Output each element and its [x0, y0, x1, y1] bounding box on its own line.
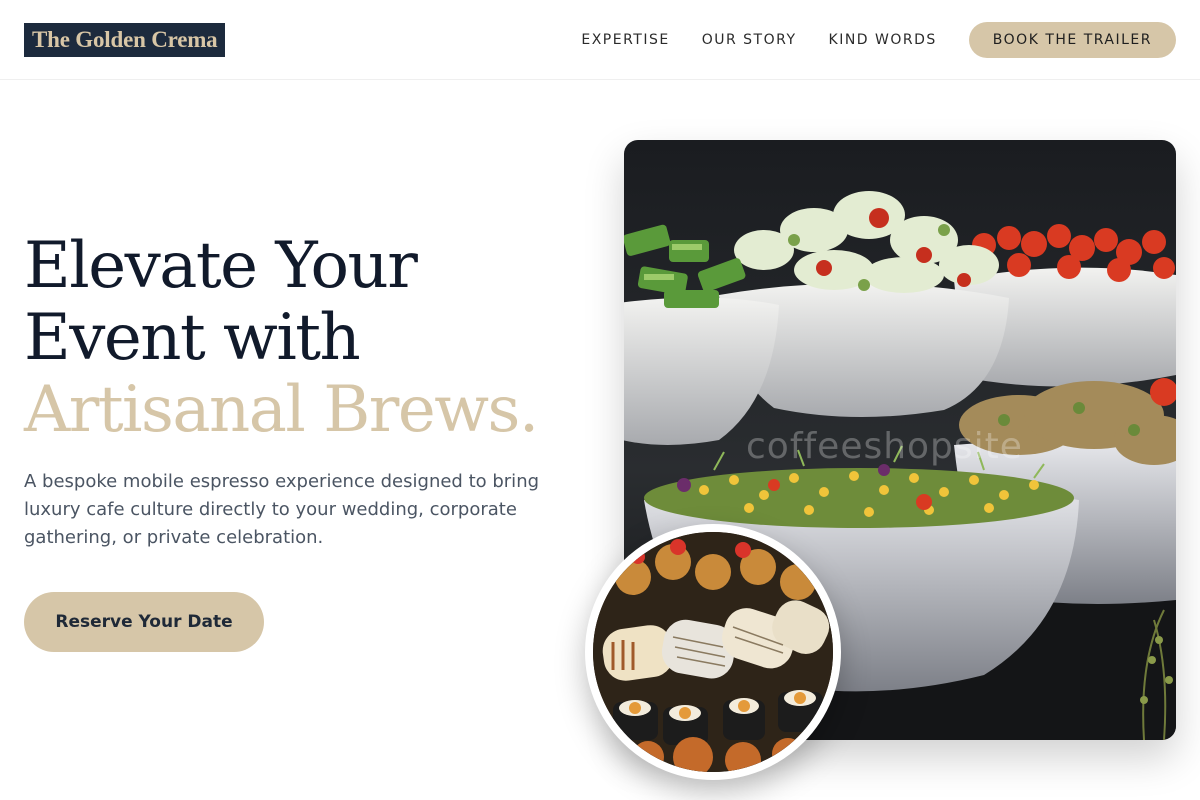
wraps-platter-illustration: [593, 532, 833, 772]
top-nav: The Golden Crema EXPERTISE OUR STORY KIN…: [0, 0, 1200, 80]
food-platter-circle-photo: [585, 524, 841, 780]
nav-item-kind-words[interactable]: KIND WORDS: [829, 32, 937, 48]
image-watermark: coffeeshopsite: [746, 426, 1023, 467]
headline-line-2: Event with: [24, 301, 361, 375]
book-trailer-button[interactable]: BOOK THE TRAILER: [968, 22, 1176, 58]
nav-item-our-story[interactable]: OUR STORY: [702, 32, 797, 48]
hero-headline: Elevate Your Event with Artisanal Brews.: [24, 229, 539, 447]
hero-subheading: A bespoke mobile espresso experience des…: [24, 471, 540, 548]
brand-logo[interactable]: The Golden Crema: [24, 23, 226, 57]
headline-line-1: Elevate Your: [24, 229, 418, 303]
nav-item-expertise[interactable]: EXPERTISE: [581, 32, 669, 48]
nav-menu: EXPERTISE OUR STORY KIND WORDS BOOK THE …: [549, 22, 1176, 58]
reserve-date-button[interactable]: Reserve Your Date: [24, 592, 264, 652]
headline-accent: Artisanal Brews.: [24, 373, 539, 447]
